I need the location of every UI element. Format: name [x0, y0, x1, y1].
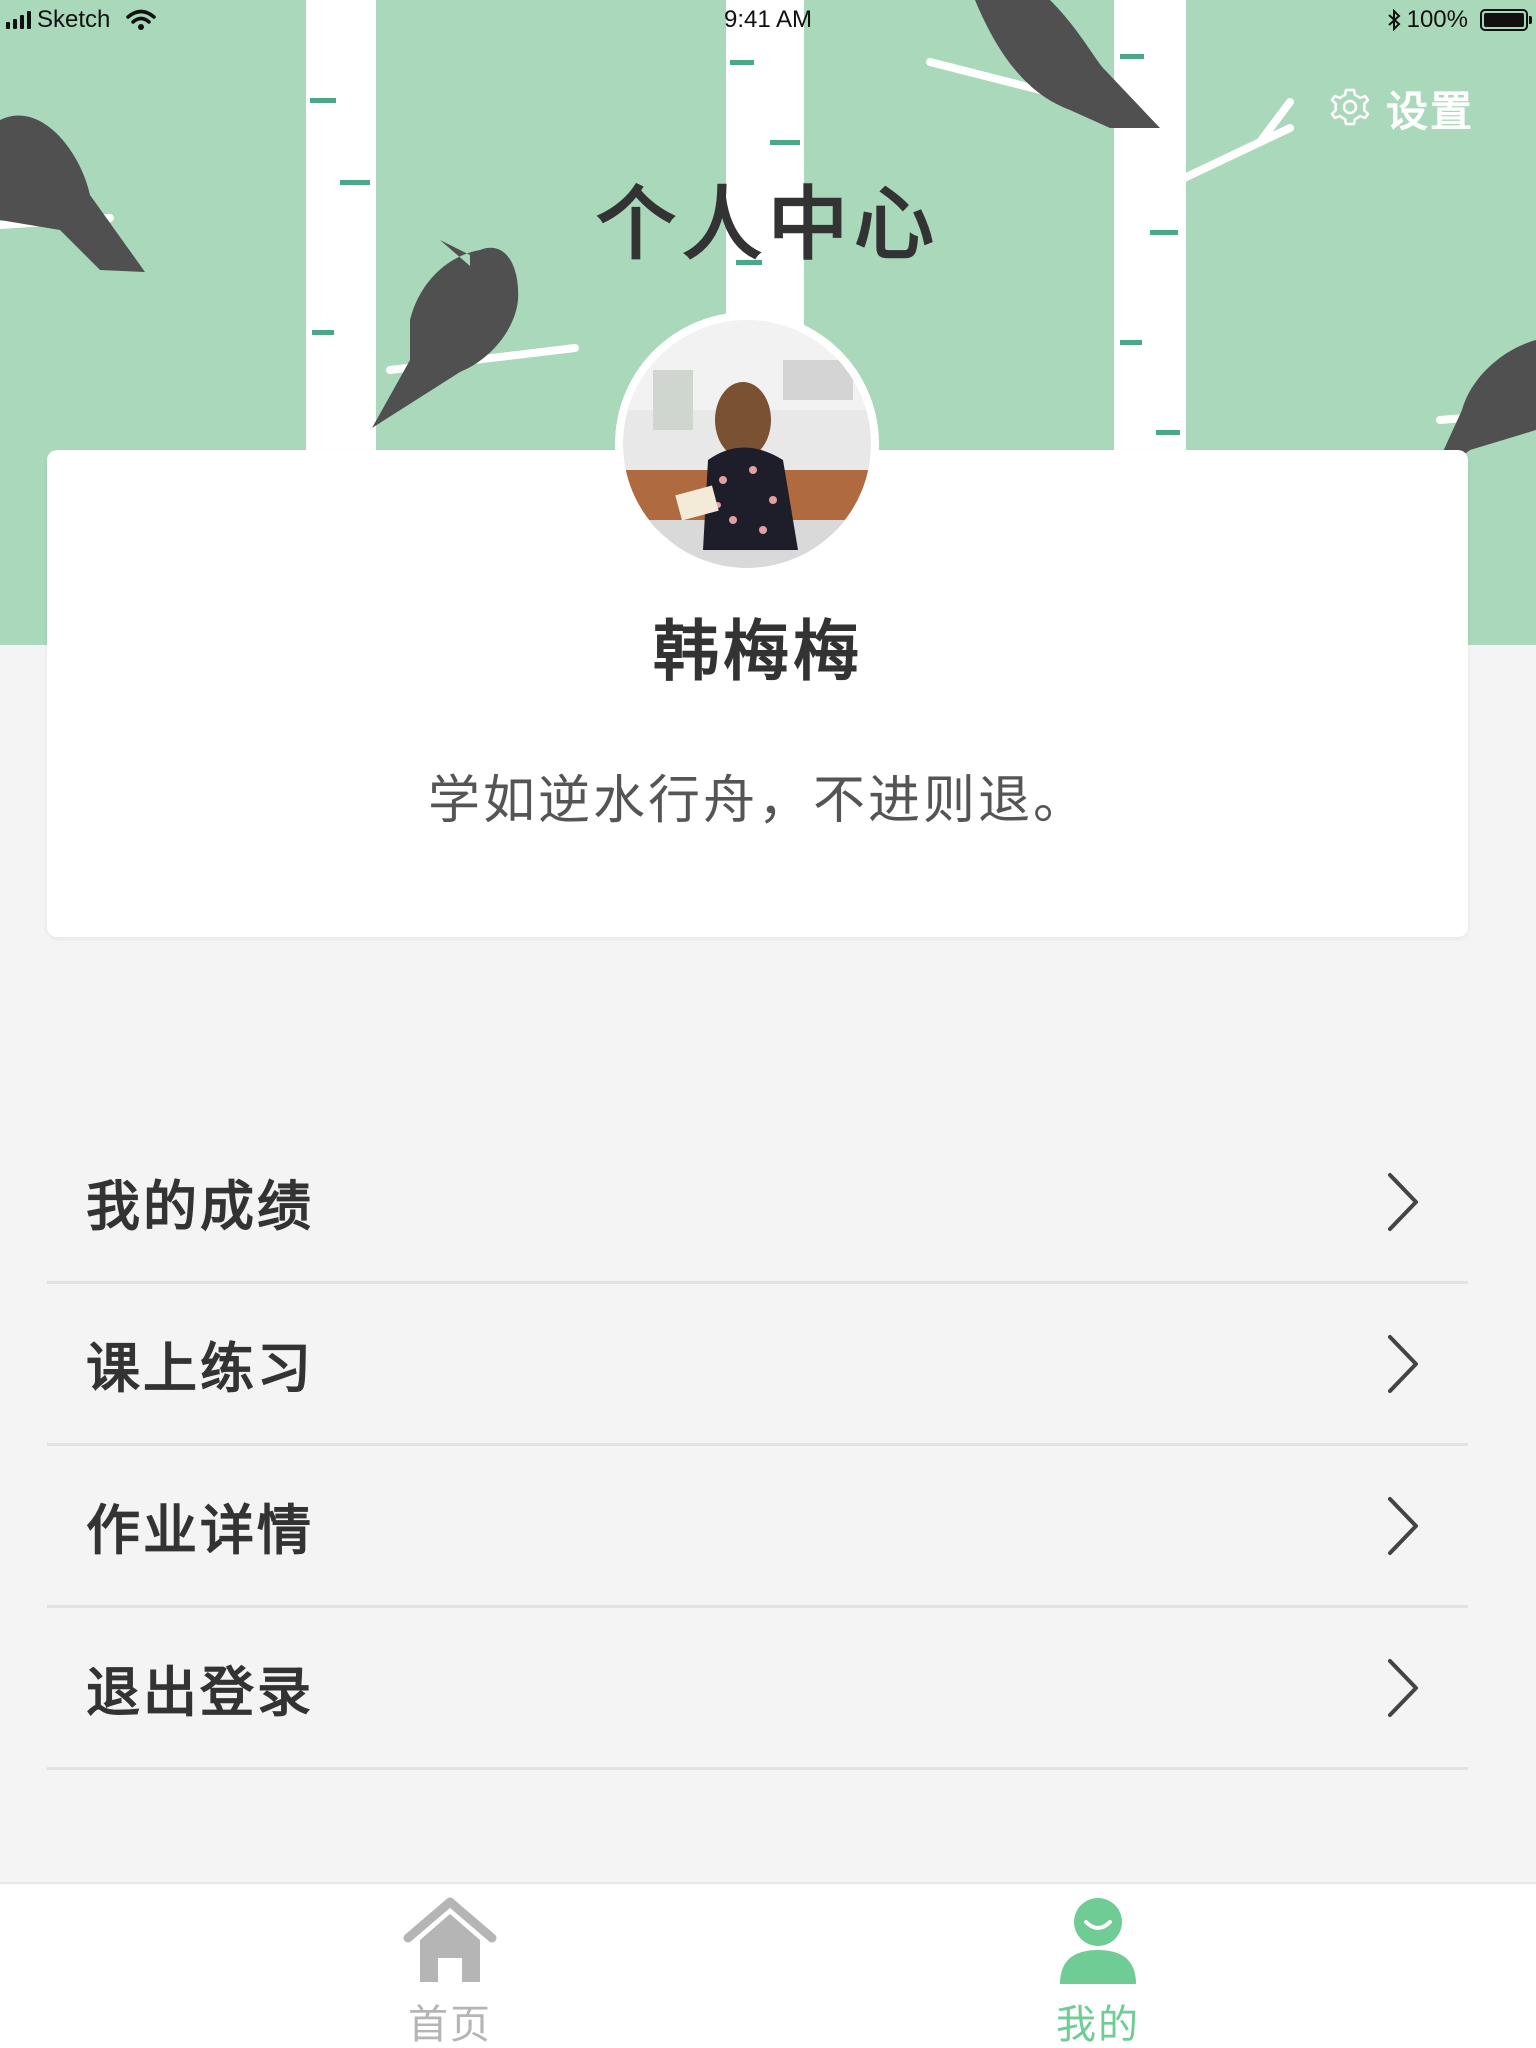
user-name: 韩梅梅 [653, 613, 863, 690]
status-bar: Sketch 9:41 AM 100% [0, 0, 1536, 42]
tab-bar: 首页 我的 [0, 1882, 1536, 2048]
user-motto: 学如逆水行舟，不进则退。 [427, 771, 1088, 831]
menu-item-label: 我的成绩 [86, 1175, 314, 1238]
page-title: 个人中心 [596, 178, 940, 271]
menu-item-label: 课上练习 [86, 1337, 314, 1400]
menu-item-my-grades[interactable]: 我的成绩 [47, 1122, 1468, 1284]
clock: 9:41 AM [723, 6, 813, 33]
chevron-right-icon [1388, 1334, 1418, 1393]
avatar[interactable] [615, 312, 879, 576]
tab-home[interactable]: 首页 [300, 1884, 600, 2048]
tab-label: 我的 [1056, 2002, 1140, 2048]
tab-label: 首页 [408, 2002, 492, 2048]
menu-item-logout[interactable]: 退出登录 [47, 1608, 1468, 1770]
chevron-right-icon [1388, 1496, 1418, 1555]
battery-percent: 100% [1406, 6, 1468, 33]
profile-screen: Sketch 9:41 AM 100% 设置 个人中心 韩梅梅 学如逆水行舟，不… [0, 0, 1536, 2048]
menu-list: 我的成绩 课上练习 作业详情 退出登录 [47, 1122, 1468, 1770]
battery-icon [1480, 9, 1532, 31]
settings-label: 设置 [1386, 86, 1475, 136]
gear-icon [1330, 88, 1370, 126]
chevron-right-icon [1388, 1658, 1418, 1717]
menu-item-label: 退出登录 [86, 1661, 314, 1724]
menu-item-label: 作业详情 [86, 1499, 314, 1562]
bluetooth-icon [1387, 9, 1401, 31]
chevron-right-icon [1388, 1172, 1418, 1231]
settings-button[interactable]: 设置 [1328, 78, 1474, 138]
tab-mine[interactable]: 我的 [948, 1884, 1248, 2048]
user-icon [1060, 1898, 1136, 1984]
home-icon [403, 1897, 497, 1982]
avatar-photo [623, 320, 871, 568]
menu-item-homework-details[interactable]: 作业详情 [47, 1446, 1468, 1608]
menu-item-class-practice[interactable]: 课上练习 [47, 1284, 1468, 1446]
